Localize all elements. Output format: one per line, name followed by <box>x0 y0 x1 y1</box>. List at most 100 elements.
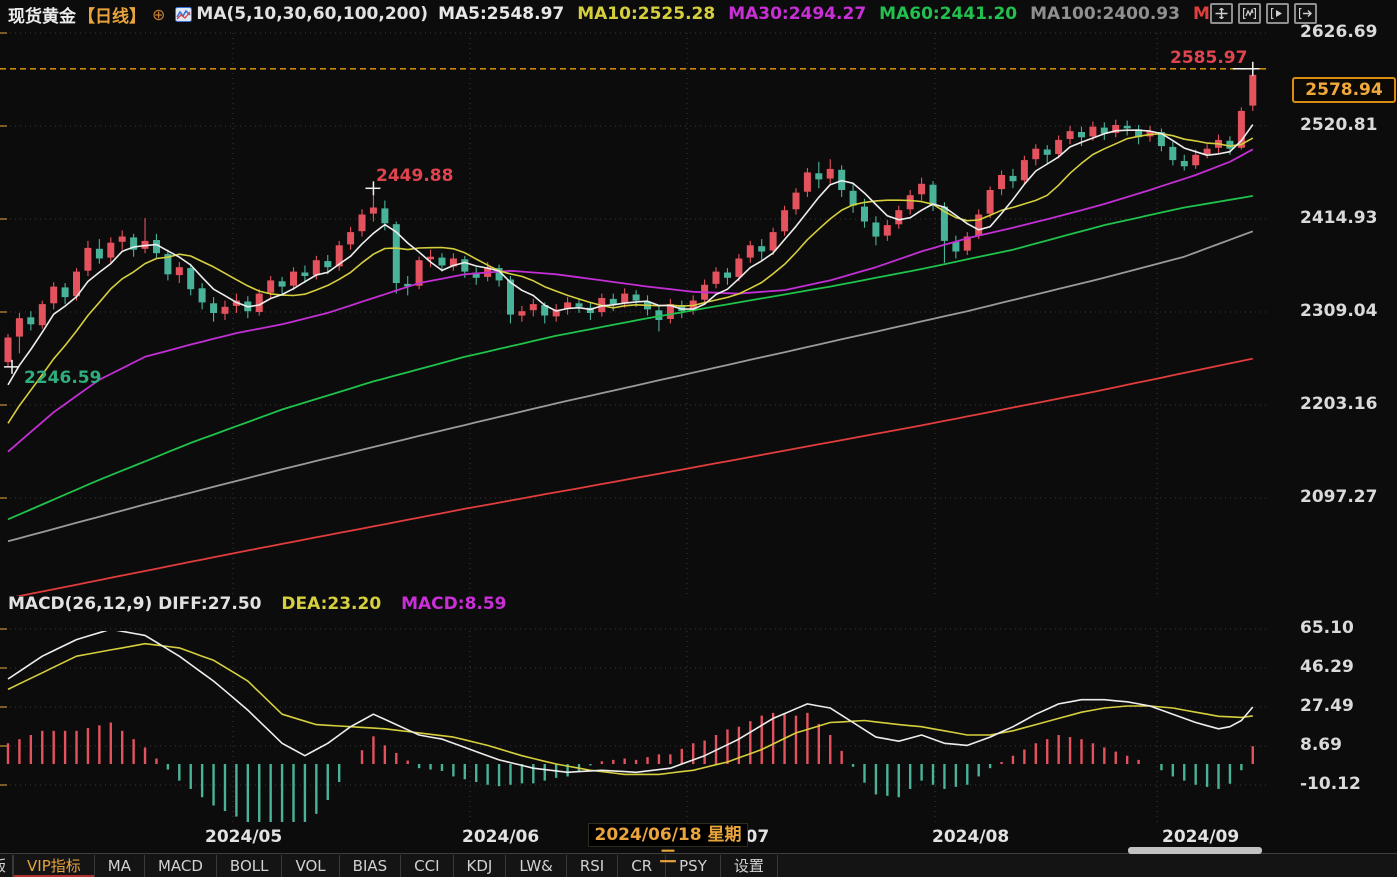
trading-app: 现货黄金 【日线】 ⊕ MA(5,10,30,60,100,200) MA5:2… <box>0 0 1397 877</box>
toolbar-tab-RSI[interactable]: RSI <box>567 855 618 877</box>
candle <box>735 259 742 277</box>
candle <box>1044 150 1051 155</box>
candle <box>461 259 468 271</box>
chart-plot-area[interactable]: 2585.97 2449.88 2246.59 2578.94 MACD(26,… <box>0 28 1397 822</box>
candle <box>347 232 354 244</box>
toolbar-tab-CR[interactable]: CR <box>618 855 666 877</box>
candle <box>724 273 731 278</box>
candle <box>1226 141 1233 149</box>
macd-params-diff-label: MACD(26,12,9) DIFF:27.50 <box>8 594 261 614</box>
add-compare-icon[interactable]: ⊕ <box>152 5 165 24</box>
toolbar-tab-设置[interactable]: 设置 <box>721 855 778 877</box>
toolbar-tab-VIP指标[interactable]: VIP指标 <box>13 855 95 877</box>
macd-dea-label: DEA:23.20 <box>281 594 381 614</box>
price-axis-label: 2203.16 <box>1300 394 1396 414</box>
candle <box>381 208 388 223</box>
toolbar-tab-VOL[interactable]: VOL <box>282 855 339 877</box>
low-price-annotation: 2246.59 <box>24 368 101 388</box>
toolbar-clipped-item[interactable]: 版 <box>0 855 13 877</box>
mini-chart-icon <box>175 7 192 22</box>
macd-axis-label: 46.29 <box>1300 657 1396 677</box>
candle <box>301 273 308 277</box>
symbol-title: 现货黄金 <box>8 2 76 27</box>
candle <box>998 175 1005 189</box>
macd-axis-label: 8.69 <box>1300 735 1396 755</box>
candle <box>518 311 525 315</box>
candle <box>324 261 331 267</box>
candle <box>210 303 217 313</box>
candle <box>439 258 446 266</box>
candle <box>1204 149 1211 154</box>
candle <box>804 172 811 191</box>
toolbar-tab-MA[interactable]: MA <box>95 855 145 877</box>
ma-value-1: MA10:2525.28 <box>577 4 715 24</box>
macd-axis-label: 27.49 <box>1300 696 1396 716</box>
toolbar-tab-CCI[interactable]: CCI <box>401 855 453 877</box>
toolbar-tab-BOLL[interactable]: BOLL <box>217 855 283 877</box>
candle <box>884 225 891 236</box>
toolbar-tab-LW&[interactable]: LW& <box>506 855 567 877</box>
candle <box>176 267 183 275</box>
candle <box>861 207 868 222</box>
candle <box>1067 131 1074 139</box>
date-axis-label: 2024/05 <box>205 827 282 847</box>
high-price-annotation: 2585.97 <box>1170 48 1247 68</box>
candle <box>907 195 914 209</box>
window-controls <box>1210 3 1317 24</box>
toolbar-tab-KDJ[interactable]: KDJ <box>454 855 507 877</box>
candle <box>1169 147 1176 160</box>
horizontal-scrollbar-thumb[interactable] <box>1128 847 1262 854</box>
candle <box>290 272 297 286</box>
candle <box>1055 140 1062 154</box>
toolbar-tab-MACD[interactable]: MACD <box>145 855 217 877</box>
candle <box>96 249 103 259</box>
candle <box>918 184 925 195</box>
candle <box>313 260 320 275</box>
candle <box>781 210 788 231</box>
candle <box>952 242 959 252</box>
candle <box>119 237 126 242</box>
candle <box>895 210 902 224</box>
indicator-toolbar: 版 VIP指标MAMACDBOLLVOLBIASCCIKDJLW&RSICRPS… <box>0 853 1397 877</box>
candle-pane-icon[interactable] <box>1238 3 1261 24</box>
macd-axis-label: 65.10 <box>1300 618 1396 638</box>
candle <box>850 191 857 206</box>
date-axis-label: 2024/06 <box>462 827 539 847</box>
ma-value-5: M <box>1193 4 1210 24</box>
price-axis-label: 2097.27 <box>1300 487 1396 507</box>
candle <box>747 245 754 257</box>
candle <box>1078 132 1085 137</box>
pan-icon[interactable] <box>1210 3 1233 24</box>
macd-axis-label: -10.12 <box>1300 774 1396 794</box>
crosshair-date-tooltip: 2024/06/18 星期二 <box>588 823 748 847</box>
candlestick-macd-canvas[interactable] <box>0 28 1397 822</box>
candle <box>267 280 274 292</box>
candle <box>187 268 194 289</box>
candle <box>930 185 937 206</box>
date-axis-label: 2024/09 <box>1162 827 1239 847</box>
candle <box>107 243 114 258</box>
macd-header: MACD(26,12,9) DIFF:27.50 DEA:23.20 MACD:… <box>8 594 507 614</box>
candle <box>793 193 800 210</box>
candle <box>770 232 777 250</box>
candle <box>758 246 765 251</box>
ma-values-row: MA5:2548.97MA10:2525.28MA30:2494.27MA60:… <box>438 4 1223 24</box>
candle <box>815 173 822 179</box>
candle <box>987 190 994 214</box>
candle <box>1021 160 1028 180</box>
candle <box>50 287 57 304</box>
candle <box>5 338 12 363</box>
candle <box>62 287 69 297</box>
ma-params-label: MA(5,10,30,60,100,200) <box>196 4 428 24</box>
candle <box>633 295 640 301</box>
chart-header: 现货黄金 【日线】 ⊕ MA(5,10,30,60,100,200) MA5:2… <box>0 0 1397 28</box>
date-axis-label: 2024/08 <box>932 827 1009 847</box>
ma-value-0: MA5:2548.97 <box>438 4 564 24</box>
play-pane-icon[interactable] <box>1266 3 1289 24</box>
toolbar-tab-BIAS[interactable]: BIAS <box>340 855 402 877</box>
candle <box>1192 155 1199 166</box>
candle <box>872 223 879 237</box>
candle <box>1249 75 1256 106</box>
exit-pane-icon[interactable] <box>1294 3 1317 24</box>
ma-value-3: MA60:2441.20 <box>879 4 1017 24</box>
